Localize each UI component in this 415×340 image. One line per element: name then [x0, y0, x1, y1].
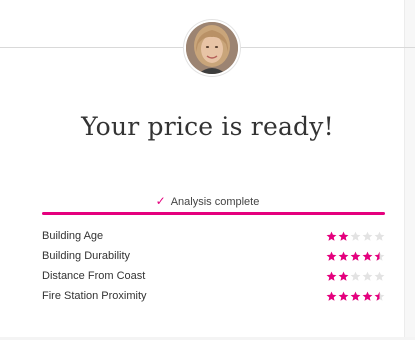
star-icon [326, 231, 337, 241]
frame-border [404, 0, 405, 340]
star-icon [338, 271, 349, 281]
star-icon [374, 231, 385, 241]
rating-row: Fire Station Proximity [42, 286, 385, 306]
analysis-status: ✓ Analysis complete [0, 194, 415, 208]
star-rating [326, 231, 385, 242]
star-icon [326, 271, 337, 281]
star-icon [326, 251, 337, 261]
star-icon [362, 251, 373, 261]
star-icon [326, 291, 337, 301]
star-icon [374, 291, 385, 301]
star-icon [338, 231, 349, 241]
star-rating [326, 291, 385, 302]
star-icon [374, 251, 385, 261]
user-portrait-icon [186, 22, 238, 74]
star-icon [362, 291, 373, 301]
rating-label: Distance From Coast [42, 270, 146, 282]
star-icon [362, 231, 373, 241]
rating-row: Building Durability [42, 246, 385, 266]
rating-label: Building Durability [42, 250, 131, 262]
page: Your price is ready! ✓ Analysis complete … [0, 0, 415, 340]
page-title: Your price is ready! [81, 112, 334, 141]
avatar [186, 22, 238, 74]
status-label: Analysis complete [170, 196, 260, 208]
rating-label: Fire Station Proximity [42, 290, 147, 302]
star-rating [326, 251, 385, 262]
star-icon [362, 271, 373, 281]
rating-label: Building Age [42, 230, 104, 242]
star-icon [350, 271, 361, 281]
rating-row: Distance From Coast [42, 266, 385, 286]
star-icon [338, 251, 349, 261]
star-icon [350, 231, 361, 241]
star-icon [374, 271, 385, 281]
progress-bar-fill [42, 212, 385, 215]
star-icon [350, 251, 361, 261]
checkmark-icon: ✓ [155, 194, 166, 208]
star-icon [338, 291, 349, 301]
frame-shadow [405, 0, 415, 340]
rating-row: Building Age [42, 226, 385, 246]
progress-bar [42, 212, 385, 215]
star-rating [326, 271, 385, 282]
star-icon [350, 291, 361, 301]
ratings-list: Building Age Building Durability Distance … [42, 226, 385, 306]
